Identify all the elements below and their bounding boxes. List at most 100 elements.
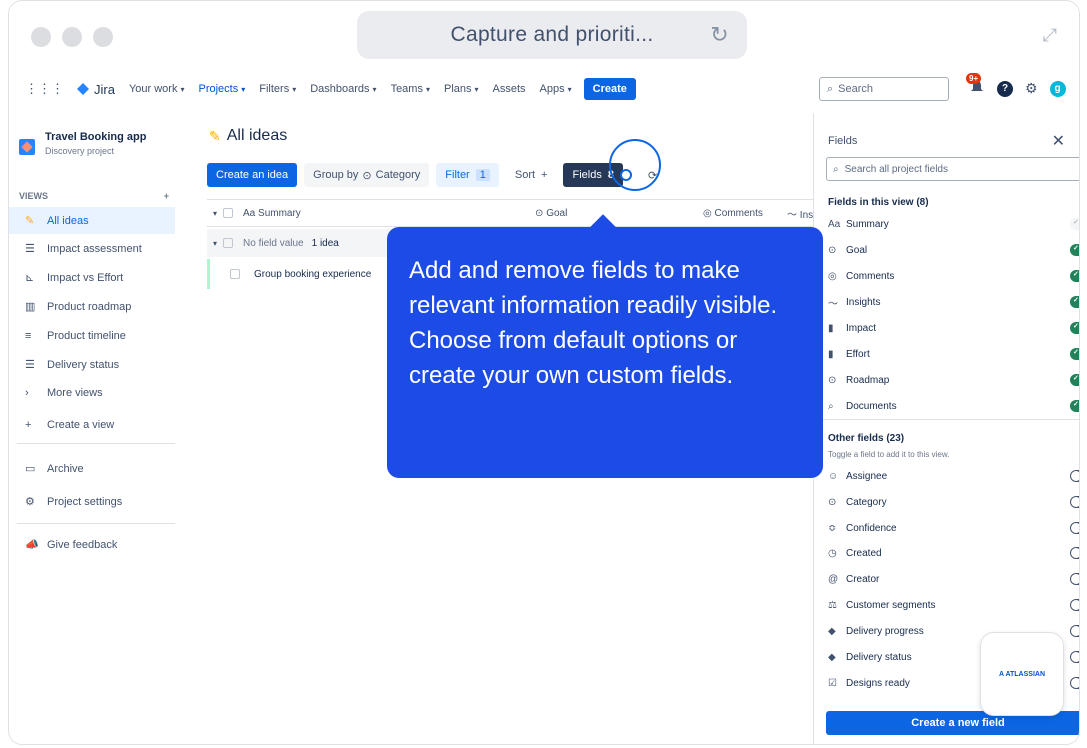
expand-icon[interactable]: ⤢ (1043, 25, 1057, 46)
avatar[interactable]: g (1049, 80, 1066, 97)
sidebar-item-label: Create a view (47, 418, 115, 431)
sidebar-item-label: Project settings (47, 495, 123, 508)
chevron-down-icon: ▾ (425, 84, 430, 94)
sidebar-item-impact-assessment[interactable]: ☰ Impact assessment (9, 235, 175, 262)
group-checkbox[interactable] (223, 238, 234, 248)
field-toggle[interactable]: ✕ (1070, 573, 1079, 585)
nav-assets[interactable]: Assets (493, 83, 526, 95)
field-toggle[interactable]: ✕ (1070, 625, 1079, 637)
text-icon: Aa (828, 218, 841, 230)
jira-logo[interactable]: Jira (76, 82, 115, 97)
column-goal[interactable]: ⊙ Goal (535, 208, 703, 219)
column-comments[interactable]: ◎ Comments (703, 208, 787, 219)
fields-label: Fields (572, 169, 602, 181)
sidebar-item-label: Product roadmap (47, 300, 132, 313)
other-fields-header[interactable]: Other fields (23) ⌄ (828, 433, 1079, 444)
archive-icon: ▭ (25, 463, 36, 475)
project-header[interactable]: Travel Booking app Discovery project (19, 131, 146, 156)
sort-button[interactable]: Sort + (506, 163, 557, 187)
sidebar-item-label: Impact vs Effort (47, 271, 124, 284)
group-by-value: Category (375, 169, 421, 181)
field-toggle[interactable]: ✕ (1070, 677, 1079, 689)
window-close-dot[interactable] (31, 27, 51, 47)
impact-icon: ▮ (828, 322, 834, 334)
sidebar-item-archive[interactable]: ▭ Archive (9, 455, 175, 482)
app-switcher-icon[interactable]: ⋮⋮⋮ (25, 81, 64, 97)
field-toggle[interactable]: ✕ (1070, 651, 1079, 663)
create-button[interactable]: Create (583, 78, 636, 100)
settings-gear-icon[interactable]: ⚙ (1025, 80, 1038, 97)
page-title-text: All ideas (226, 127, 288, 144)
fields-search-input[interactable]: ⌕ Search all project fields (826, 157, 1079, 181)
field-toggle[interactable]: ✓ (1070, 374, 1079, 386)
field-row-category: ⊙ Category ✕ (828, 492, 1079, 512)
sidebar-item-impact-vs-effort[interactable]: ⊾ Impact vs Effort (9, 264, 175, 291)
column-summary[interactable]: Aa Summary (243, 208, 535, 219)
sort-label: Sort (514, 169, 536, 181)
select-all-checkbox[interactable] (223, 208, 234, 218)
field-label: Effort (846, 348, 870, 360)
fields-panel-title: Fields (828, 135, 858, 147)
comment-icon: ◎ (828, 270, 837, 282)
nav-teams-label: Teams (390, 83, 423, 95)
nav-filters[interactable]: Filters ▾ (259, 83, 296, 95)
field-toggle[interactable]: ✕ (1070, 522, 1079, 534)
collapse-icon[interactable]: ▾ (213, 209, 217, 218)
project-name: Travel Booking app (45, 131, 147, 143)
sidebar-divider (17, 443, 175, 444)
close-icon[interactable]: ✕ (1052, 131, 1065, 151)
nav-dashboards[interactable]: Dashboards ▾ (310, 83, 376, 95)
add-view-icon[interactable]: + (164, 191, 169, 201)
address-bar[interactable]: Capture and prioriti... ↻ (357, 11, 747, 59)
filter-label: Filter (445, 169, 470, 181)
category-icon: ⊙ (362, 169, 372, 182)
sidebar-item-product-roadmap[interactable]: ▥ Product roadmap (9, 293, 175, 320)
sidebar-item-give-feedback[interactable]: 📣 Give feedback (9, 531, 175, 558)
field-toggle[interactable]: ✓ (1070, 270, 1079, 282)
field-row-goal: ⊙ Goal ✓ (828, 240, 1079, 260)
sidebar-item-product-timeline[interactable]: ≡ Product timeline (9, 322, 175, 349)
filter-button[interactable]: Filter 1 (436, 163, 499, 187)
reload-icon[interactable]: ↻ (710, 22, 729, 48)
diamond-icon: ◆ (828, 651, 836, 663)
search-icon: ⌕ (827, 82, 834, 95)
field-toggle[interactable]: ✓ (1070, 348, 1079, 360)
field-toggle[interactable]: ✕ (1070, 599, 1079, 611)
field-toggle[interactable]: ✓ (1070, 244, 1079, 256)
field-toggle[interactable]: ✓ (1070, 296, 1079, 308)
group-by-button[interactable]: Group by ⊙ Category (304, 163, 430, 187)
field-toggle[interactable]: ✓ (1070, 400, 1079, 412)
row-summary[interactable]: Group booking experience (254, 269, 371, 280)
nav-teams[interactable]: Teams ▾ (391, 83, 430, 95)
sidebar-item-create-view[interactable]: + Create a view (9, 411, 175, 438)
field-toggle[interactable]: ✕ (1070, 496, 1079, 508)
nav-apps-label: Apps (539, 83, 565, 95)
search-input[interactable]: ⌕ Search (819, 77, 949, 101)
nav-apps[interactable]: Apps ▾ (540, 83, 572, 95)
field-row-impact: ▮ Impact ✓ (828, 318, 1079, 338)
sidebar-item-delivery-status[interactable]: ☰ Delivery status (9, 351, 175, 378)
sidebar-item-more-views[interactable]: › More views (9, 379, 175, 406)
sidebar-item-all-ideas[interactable]: ✎ All ideas (9, 207, 175, 234)
field-row-customer-segments: ⚖ Customer segments ✕ (828, 595, 1079, 615)
help-icon[interactable]: ? (997, 80, 1013, 97)
nav-plans[interactable]: Plans ▾ (444, 83, 479, 95)
column-insights[interactable]: 〜 Insi (787, 206, 815, 221)
field-toggle[interactable]: ✕ (1070, 470, 1079, 482)
timeline-icon: ≡ (25, 329, 32, 342)
field-toggle[interactable]: ✕ (1070, 547, 1079, 559)
notifications-icon[interactable]: 9+ (966, 73, 985, 98)
window-zoom-dot[interactable] (93, 27, 113, 47)
nav-filters-label: Filters (259, 83, 290, 95)
nav-projects[interactable]: Projects ▾ (198, 83, 245, 95)
field-toggle[interactable]: ✓ (1070, 322, 1079, 334)
nav-your-work[interactable]: Your work ▾ (129, 83, 185, 95)
create-idea-button[interactable]: Create an idea (207, 163, 298, 187)
goal-icon: ⊙ (535, 207, 547, 219)
window-minimize-dot[interactable] (62, 27, 82, 47)
confidence-icon: ≎ (828, 522, 837, 534)
search-icon: ⌕ (833, 163, 839, 175)
sidebar-item-project-settings[interactable]: ⚙ Project settings (9, 488, 175, 515)
list-icon: ☰ (25, 359, 35, 371)
row-checkbox[interactable] (230, 269, 240, 279)
